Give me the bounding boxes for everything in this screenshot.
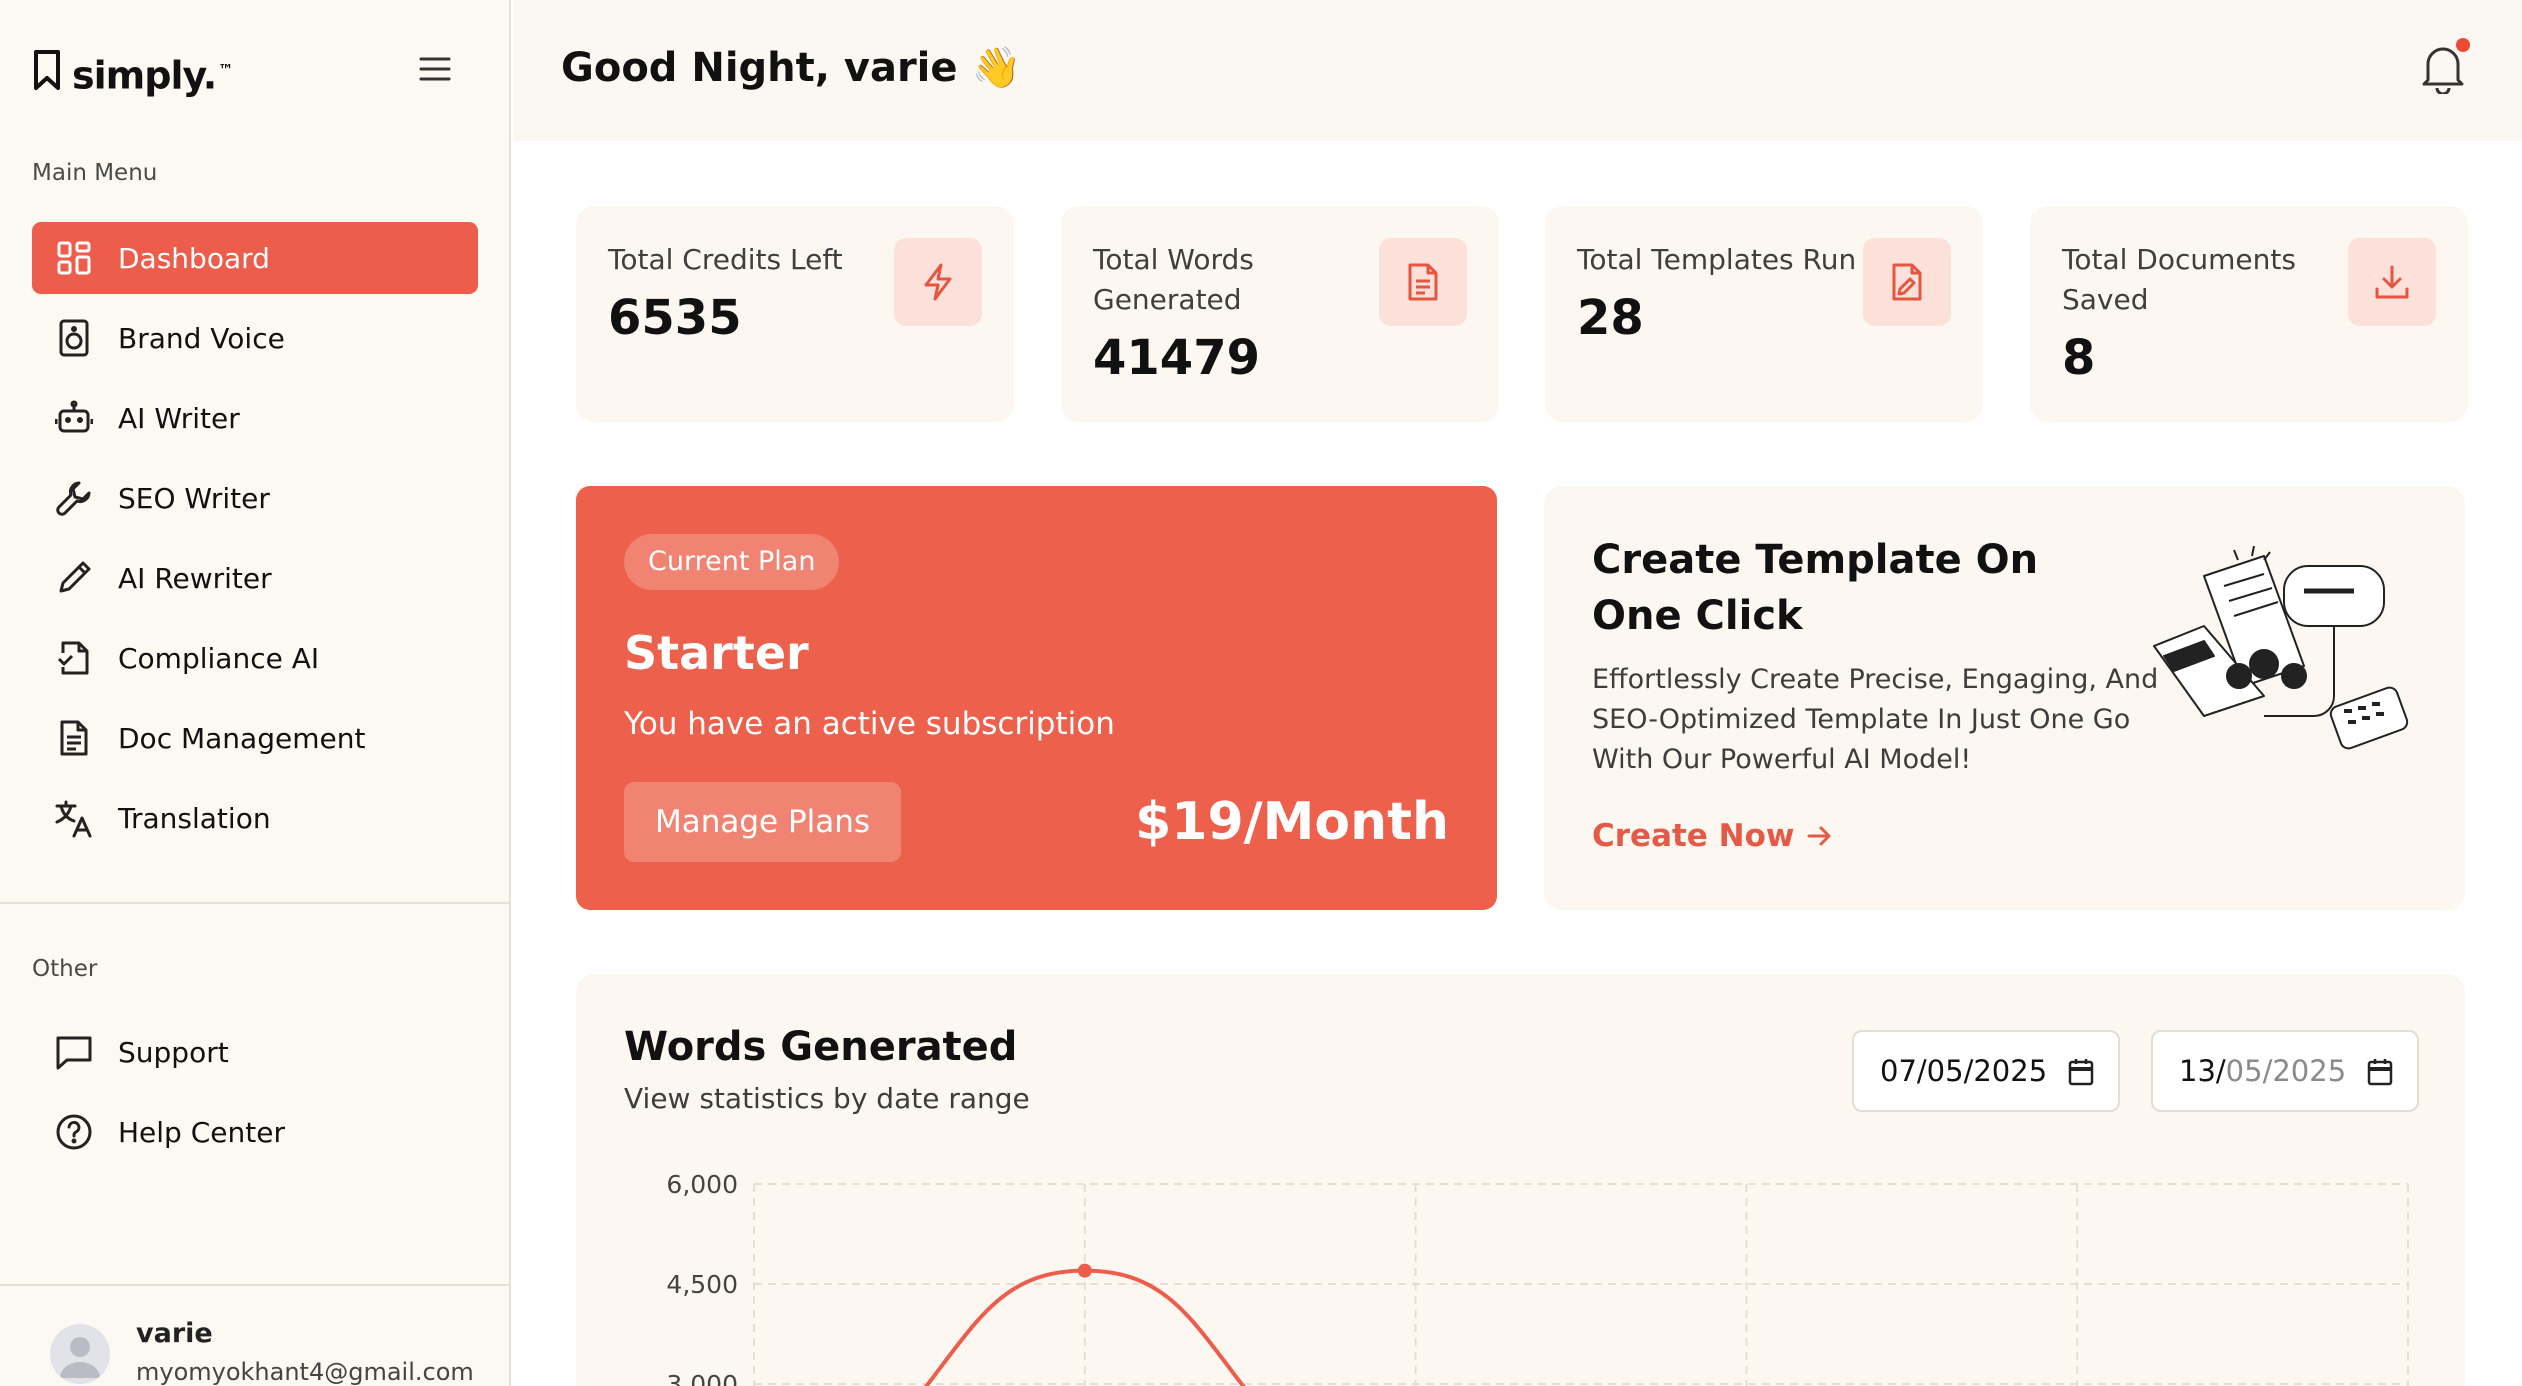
sidebar-item-label: Doc Management — [118, 721, 366, 755]
data-point — [1077, 1263, 1092, 1278]
avatar — [50, 1324, 110, 1384]
arrow-right-icon — [1807, 826, 1830, 846]
words-line-chart: 6,000 4,500 3,000 — [666, 1170, 2409, 1386]
document-edit-icon — [1863, 238, 1951, 326]
sidebar-item-dashboard[interactable]: Dashboard — [32, 222, 478, 294]
document-check-icon — [54, 638, 94, 678]
y-tick-label: 6,000 — [666, 1170, 738, 1199]
sidebar-item-label: AI Writer — [118, 401, 240, 435]
sidebar: simply. ™ Main Menu Dashboard Brand Voice… — [0, 0, 511, 1386]
current-plan-card: Current Plan Starter You have an active … — [576, 486, 1497, 910]
sidebar-item-translation[interactable]: Translation — [32, 782, 478, 854]
sidebar-item-ai-rewriter[interactable]: AI Rewriter — [32, 542, 478, 614]
bookmark-logo-icon — [34, 50, 60, 90]
chat-bubble-icon — [54, 1032, 94, 1072]
y-tick-label: 3,000 — [666, 1370, 738, 1386]
plan-price: $19/Month — [1135, 792, 1449, 852]
lightning-icon — [894, 238, 982, 326]
stat-value: 41479 — [1093, 330, 1260, 386]
sidebar-item-help-center[interactable]: Help Center — [32, 1096, 478, 1168]
user-email: myomyokhant4@gmail.com — [136, 1358, 474, 1386]
sidebar-item-seo-writer[interactable]: SEO Writer — [32, 462, 478, 534]
create-now-label: Create Now — [1592, 818, 1795, 854]
user-name: varie — [136, 1318, 213, 1349]
plan-name: Starter — [624, 626, 809, 680]
stat-card-credits: Total Credits Left 6535 — [576, 206, 1014, 422]
template-promo-description: Effortlessly Create Precise, Engaging, A… — [1592, 664, 2159, 775]
user-profile[interactable]: varie myomyokhant4@gmail.com — [50, 1318, 490, 1386]
words-generated-chart-card: Words Generated View statistics by date … — [576, 974, 2465, 1386]
top-bar: Good Night, varie 👋 — [513, 0, 2522, 141]
sidebar-item-label: Support — [118, 1035, 229, 1069]
download-icon — [2348, 238, 2436, 326]
robot-icon — [54, 398, 94, 438]
other-label: Other — [32, 956, 98, 982]
page-title: Good Night, varie 👋 — [561, 45, 1022, 91]
brand-name: simply. ™ — [72, 53, 233, 98]
sidebar-item-label: AI Rewriter — [118, 561, 272, 595]
wrench-icon — [54, 478, 94, 518]
sidebar-item-brand-voice[interactable]: Brand Voice — [32, 302, 478, 374]
stat-card-words: Total Words Generated 41479 — [1061, 206, 1499, 422]
dashboard-grid-icon — [54, 238, 94, 278]
sidebar-item-label: Compliance AI — [118, 641, 320, 675]
sidebar-item-support[interactable]: Support — [32, 1016, 478, 1088]
document-text-icon — [1379, 238, 1467, 326]
manage-plans-button[interactable]: Manage Plans — [624, 782, 901, 862]
sidebar-item-doc-management[interactable]: Doc Management — [32, 702, 478, 774]
y-tick-label: 4,500 — [666, 1270, 738, 1299]
translate-icon — [54, 798, 94, 838]
main-menu-label: Main Menu — [32, 160, 158, 186]
stat-label: Total Documents Saved — [2062, 243, 2296, 316]
sidebar-item-compliance-ai[interactable]: Compliance AI — [32, 622, 478, 694]
notification-dot — [2456, 38, 2470, 52]
stat-label: Total Credits Left — [608, 243, 843, 276]
create-template-card: Create Template On One Click Effortlessl… — [1544, 486, 2465, 910]
sidebar-item-label: Dashboard — [118, 241, 270, 275]
stat-value: 28 — [1577, 290, 1644, 346]
sidebar-divider — [0, 1284, 511, 1286]
stat-card-documents: Total Documents Saved 8 — [2030, 206, 2468, 422]
plan-description: You have an active subscription — [624, 706, 1115, 742]
notifications-button[interactable] — [2420, 38, 2470, 96]
sidebar-item-label: Brand Voice — [118, 321, 285, 355]
question-circle-icon — [54, 1112, 94, 1152]
sidebar-item-label: Translation — [118, 801, 271, 835]
stat-label: Total Words Generated — [1093, 243, 1254, 316]
sidebar-item-label: SEO Writer — [118, 481, 270, 515]
logo: simply. ™ — [32, 48, 452, 98]
current-plan-badge: Current Plan — [624, 534, 840, 590]
create-now-link[interactable]: Create Now — [1592, 818, 1835, 854]
sidebar-divider — [0, 902, 511, 904]
stat-value: 6535 — [608, 290, 742, 346]
hamburger-menu-icon[interactable] — [418, 54, 452, 84]
template-promo-title: Create Template On One Click — [1592, 537, 2039, 639]
template-illustration — [2153, 546, 2409, 750]
sidebar-item-ai-writer[interactable]: AI Writer — [32, 382, 478, 454]
stat-value: 8 — [2062, 330, 2096, 386]
speaker-icon — [54, 318, 94, 358]
sidebar-item-label: Help Center — [118, 1115, 285, 1149]
stat-card-templates: Total Templates Run 28 — [1545, 206, 1983, 422]
stat-label: Total Templates Run — [1577, 243, 1857, 276]
pencil-icon — [54, 558, 94, 598]
document-icon — [54, 718, 94, 758]
